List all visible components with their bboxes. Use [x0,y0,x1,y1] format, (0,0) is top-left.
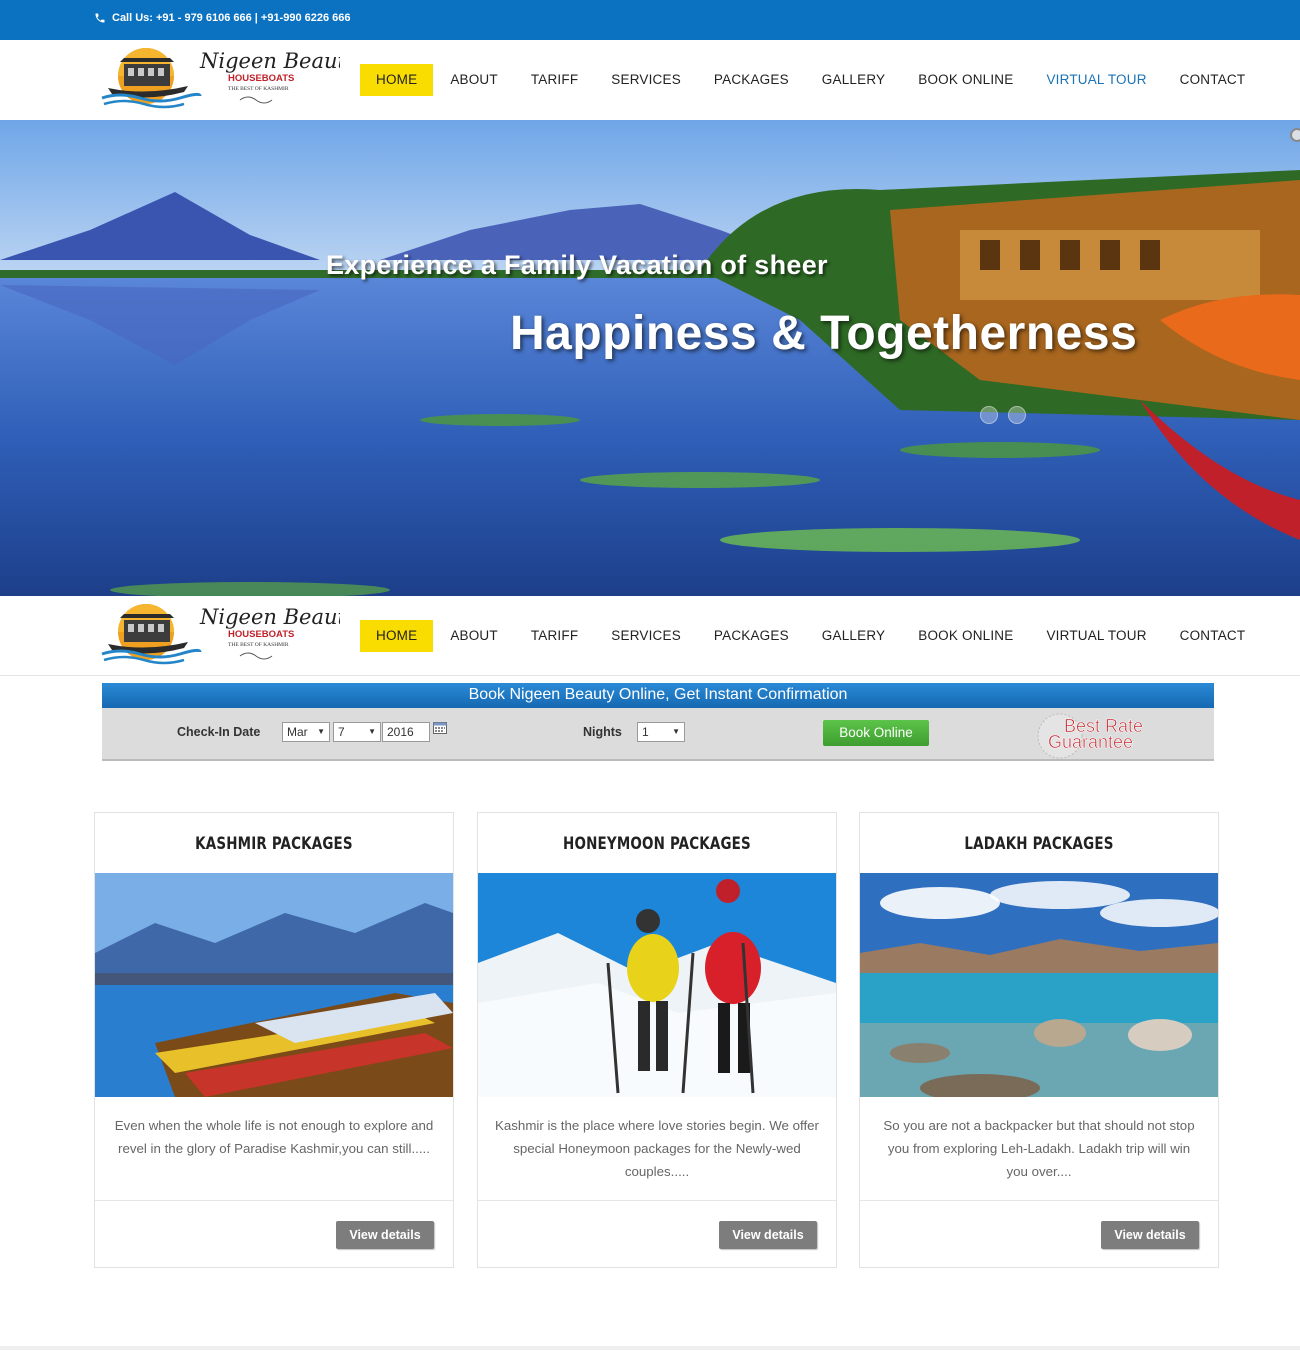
booking-widget: Book Nigeen Beauty Online, Get Instant C… [102,683,1214,761]
booking-form: Check-In Date Mar ▼ 7 ▼ 2016 Nights 1 ▼ Boo… [102,708,1214,761]
dropdown-arrow-icon: ▼ [317,727,325,736]
book-online-button[interactable]: Book Online [823,720,929,746]
package-description: So you are not a backpacker but that sho… [883,1118,1195,1179]
nav-gallery[interactable]: GALLERY [806,64,901,96]
houseboat-logo-icon: Nigeen Beauty HOUSEBOATS THE BEST OF KAS… [101,48,340,109]
top-contact-bar: Call Us: +91 - 979 6106 666 | +91-990 62… [0,0,1300,40]
nav-tariff[interactable]: TARIFF [515,620,594,652]
view-details-button[interactable]: View details [336,1221,434,1249]
package-card-honeymoon: HONEYMOON PACKAGES Kashmir is the place … [477,812,837,1268]
houseboat-logo-icon: Nigeen Beauty HOUSEBOATS THE BEST OF KAS… [101,604,340,665]
best-rate-guarantee-badge: Best Rate Guarantee [1037,713,1143,759]
view-details-button[interactable]: View details [1101,1221,1199,1249]
footer-divider [0,1346,1300,1350]
logo-sub: HOUSEBOATS [228,73,294,84]
nav-packages[interactable]: PACKAGES [698,620,805,652]
slider-pager-dot[interactable] [1290,128,1300,142]
slider-arrows [980,406,1026,424]
main-nav: HOME ABOUT TARIFF SERVICES PACKAGES GALL… [360,63,1262,97]
sticky-nav: HOME ABOUT TARIFF SERVICES PACKAGES GALL… [360,619,1262,653]
package-image-honeymoon[interactable] [478,873,836,1097]
logo-tagline: THE BEST OF KASHMIR [228,86,289,92]
logo-brand-name: Nigeen Beauty [199,605,340,629]
slider-prev-button[interactable] [980,406,998,424]
checkin-label: Check-In Date [177,725,261,739]
nav-packages[interactable]: PACKAGES [698,64,805,96]
main-header: Nigeen Beauty HOUSEBOATS THE BEST OF KAS… [0,40,1300,120]
hero-slider: Experience a Family Vacation of sheer Ha… [0,120,1300,596]
nav-home[interactable]: HOME [360,64,434,96]
dropdown-arrow-icon: ▼ [368,727,376,736]
package-title: LADAKH PACKAGES [964,834,1114,854]
hero-line1: Experience a Family Vacation of sheer [326,250,828,280]
slider-next-button[interactable] [1008,406,1026,424]
nav-home[interactable]: HOME [360,620,434,652]
checkin-day-value: 7 [338,725,345,739]
calendar-icon[interactable] [433,721,447,734]
nav-book-online[interactable]: BOOK ONLINE [902,620,1029,652]
badge-line2: Guarantee [1048,732,1133,752]
card-divider [860,1200,1218,1201]
package-description: Even when the whole life is not enough t… [114,1118,434,1156]
site-logo[interactable]: Nigeen Beauty HOUSEBOATS THE BEST OF KAS… [100,602,340,670]
nav-virtual-tour[interactable]: VIRTUAL TOUR [1030,64,1162,96]
nav-about[interactable]: ABOUT [434,620,514,652]
view-details-button[interactable]: View details [719,1221,817,1249]
package-card-kashmir: KASHMIR PACKAGES Even when the whole lif… [94,812,454,1268]
checkin-month-select[interactable]: Mar ▼ [282,722,330,742]
package-description: Kashmir is the place where love stories … [495,1118,819,1179]
nights-value: 1 [642,725,649,739]
package-title: HONEYMOON PACKAGES [563,834,751,854]
nav-gallery[interactable]: GALLERY [806,620,901,652]
phone-icon [95,13,105,23]
package-image-ladakh[interactable] [860,873,1218,1097]
package-card-ladakh: LADAKH PACKAGES So you are not a backpac… [859,812,1219,1268]
nav-about[interactable]: ABOUT [434,64,514,96]
site-logo[interactable]: Nigeen Beauty HOUSEBOATS THE BEST OF KAS… [100,46,340,114]
dropdown-arrow-icon: ▼ [672,727,680,736]
nav-book-online[interactable]: BOOK ONLINE [902,64,1029,96]
logo-tagline: THE BEST OF KASHMIR [228,642,289,648]
sticky-header: Nigeen Beauty HOUSEBOATS THE BEST OF KAS… [0,596,1300,676]
nights-select[interactable]: 1 ▼ [637,722,685,742]
nav-tariff[interactable]: TARIFF [515,64,594,96]
checkin-year-value: 2016 [387,725,414,739]
checkin-month-value: Mar [287,725,308,739]
nav-contact[interactable]: CONTACT [1164,64,1262,96]
card-divider [478,1200,836,1201]
logo-brand-name: Nigeen Beauty [199,49,340,73]
checkin-day-select[interactable]: 7 ▼ [333,722,381,742]
booking-header: Book Nigeen Beauty Online, Get Instant C… [102,683,1214,708]
logo-sub: HOUSEBOATS [228,629,294,640]
hero-line2: Happiness & Togetherness [510,307,1138,360]
nav-services[interactable]: SERVICES [595,64,697,96]
call-info: Call Us: +91 - 979 6106 666 | +91-990 62… [94,12,351,24]
nav-virtual-tour[interactable]: VIRTUAL TOUR [1030,620,1162,652]
package-image-kashmir[interactable] [95,873,453,1097]
nav-contact[interactable]: CONTACT [1164,620,1262,652]
nights-label: Nights [583,725,622,739]
checkin-year-input[interactable]: 2016 [382,722,430,742]
card-divider [95,1200,453,1201]
call-text: Call Us: +91 - 979 6106 666 | +91-990 62… [112,12,351,24]
package-title: KASHMIR PACKAGES [195,834,353,854]
nav-services[interactable]: SERVICES [595,620,697,652]
